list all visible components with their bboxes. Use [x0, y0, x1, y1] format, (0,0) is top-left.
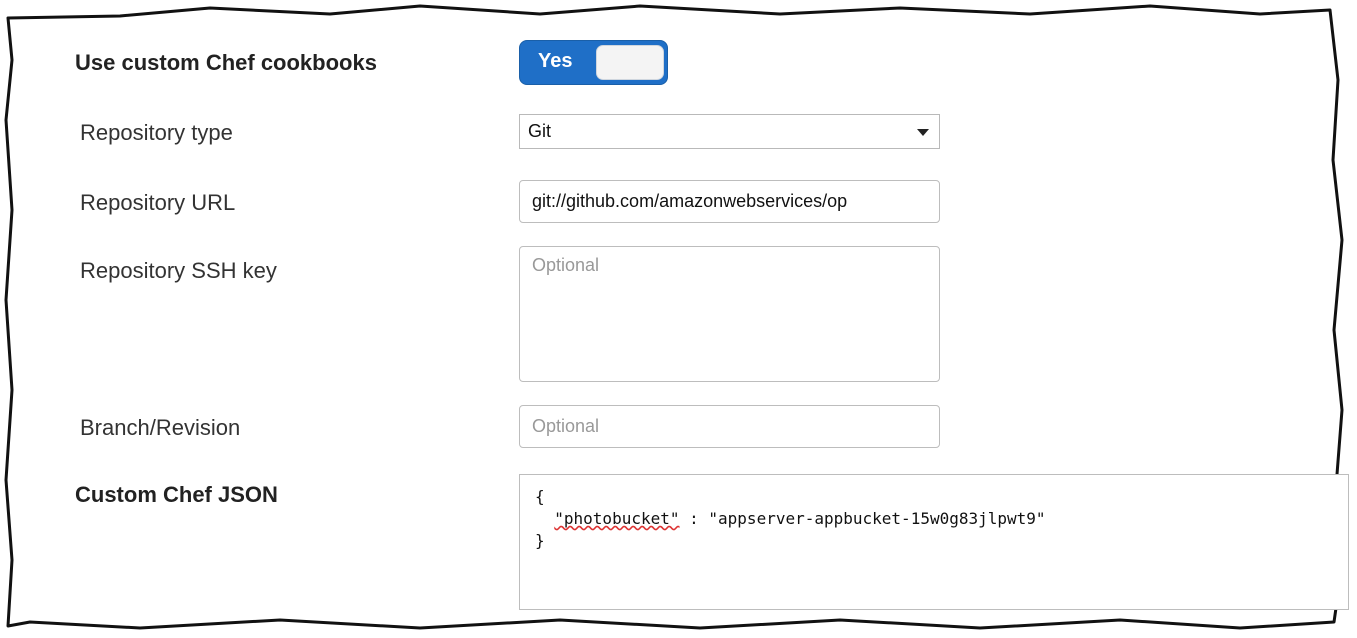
repository-type-select[interactable]: Git	[519, 114, 940, 149]
toggle-yes-label: Yes	[538, 50, 573, 72]
chevron-down-icon	[917, 129, 929, 136]
custom-json-editor[interactable]: { "photobucket" : "appserver-appbucket-1…	[519, 474, 1349, 610]
branch-revision-label: Branch/Revision	[80, 415, 241, 440]
repository-url-input[interactable]: git://github.com/amazonwebservices/op	[519, 180, 940, 223]
custom-cookbooks-toggle[interactable]: Yes	[519, 40, 668, 85]
toggle-knob[interactable]	[596, 45, 664, 80]
repository-ssh-key-textarea[interactable]: Optional	[519, 246, 940, 382]
custom-json-label: Custom Chef JSON	[75, 482, 278, 507]
repository-type-label: Repository type	[80, 120, 233, 145]
json-value: : "appserver-appbucket-15w0g83jlpwt9"	[679, 509, 1046, 528]
custom-cookbooks-label: Use custom Chef cookbooks	[75, 50, 377, 75]
repository-url-label: Repository URL	[80, 190, 236, 215]
json-key-spellcheck: "photobucket"	[554, 509, 680, 528]
repository-ssh-key-label: Repository SSH key	[80, 258, 277, 283]
json-line: {	[535, 487, 545, 506]
cookbook-settings-form: Use custom Chef cookbooks Yes Repository…	[0, 0, 1357, 638]
json-line: }	[535, 531, 545, 550]
branch-revision-input[interactable]: Optional	[519, 405, 940, 448]
json-line: "photobucket" : "appserver-appbucket-15w…	[535, 509, 1348, 531]
repository-type-value: Git	[528, 121, 552, 141]
